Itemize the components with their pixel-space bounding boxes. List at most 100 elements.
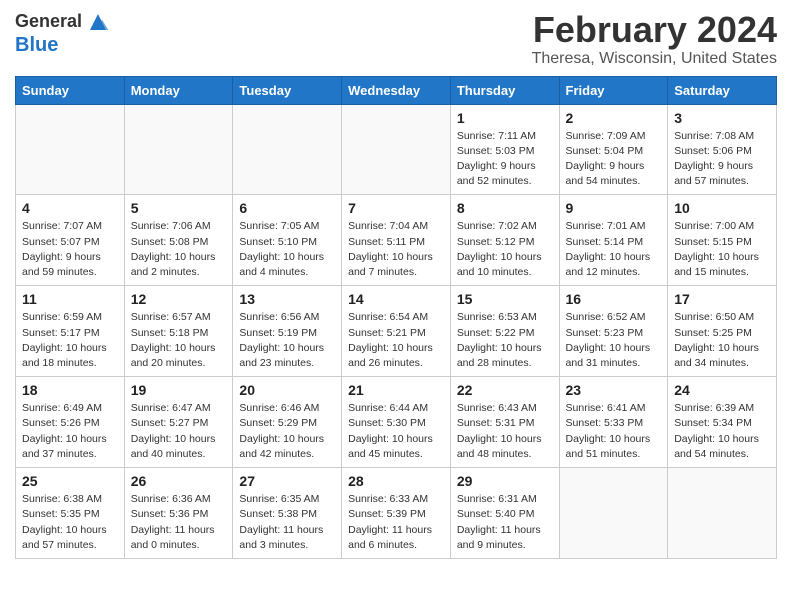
logo-text: General (15, 12, 82, 32)
calendar-cell (16, 104, 125, 195)
calendar-week-row: 1 Sunrise: 7:11 AM Sunset: 5:03 PM Daylig… (16, 104, 777, 195)
day-number: 16 (566, 291, 662, 307)
calendar-cell: 6Sunrise: 7:05 AM Sunset: 5:10 PM Daylig… (233, 195, 342, 286)
calendar-cell: 3 Sunrise: 7:08 AM Sunset: 5:06 PM Daylig… (668, 104, 777, 195)
day-number: 5 (131, 200, 227, 216)
day-number: 4 (22, 200, 118, 216)
day-number: 14 (348, 291, 444, 307)
calendar-cell: 2Sunrise: 7:09 AM Sunset: 5:04 PM Daylig… (559, 104, 668, 195)
calendar-week-row: 4 Sunrise: 7:07 AM Sunset: 5:07 PM Daylig… (16, 195, 777, 286)
calendar-cell: 7Sunrise: 7:04 AM Sunset: 5:11 PM Daylig… (342, 195, 451, 286)
day-info: Sunrise: 6:38 AM Sunset: 5:35 PM Dayligh… (22, 492, 118, 553)
day-number: 23 (566, 382, 662, 398)
day-number: 29 (457, 473, 553, 489)
calendar-cell: 15 Sunrise: 6:53 AM Sunset: 5:22 PM Dayli… (450, 286, 559, 377)
page-header: General Blue February 2024 Theresa, Wisc… (15, 10, 777, 68)
day-number: 1 (457, 110, 553, 126)
calendar-cell: 10Sunrise: 7:00 AM Sunset: 5:15 PM Dayli… (668, 195, 777, 286)
day-info: Sunrise: 7:11 AM Sunset: 5:03 PM Dayligh… (457, 129, 553, 190)
day-info: Sunrise: 6:44 AM Sunset: 5:30 PM Dayligh… (348, 401, 444, 462)
day-info: Sunrise: 6:35 AM Sunset: 5:38 PM Dayligh… (239, 492, 335, 553)
calendar-week-row: 25 Sunrise: 6:38 AM Sunset: 5:35 PM Dayli… (16, 468, 777, 559)
day-info: Sunrise: 6:33 AM Sunset: 5:39 PM Dayligh… (348, 492, 444, 553)
calendar-cell: 24 Sunrise: 6:39 AM Sunset: 5:34 PM Dayli… (668, 377, 777, 468)
calendar-cell: 20Sunrise: 6:46 AM Sunset: 5:29 PM Dayli… (233, 377, 342, 468)
calendar-cell (342, 104, 451, 195)
logo-blue-text: Blue (15, 34, 58, 56)
day-number: 12 (131, 291, 227, 307)
calendar-cell: 1 Sunrise: 7:11 AM Sunset: 5:03 PM Daylig… (450, 104, 559, 195)
weekday-header-sunday: Sunday (16, 76, 125, 104)
day-info: Sunrise: 6:43 AM Sunset: 5:31 PM Dayligh… (457, 401, 553, 462)
day-info: Sunrise: 6:57 AM Sunset: 5:18 PM Dayligh… (131, 310, 227, 371)
day-number: 15 (457, 291, 553, 307)
calendar-cell (124, 104, 233, 195)
calendar-cell: 5 Sunrise: 7:06 AM Sunset: 5:08 PM Daylig… (124, 195, 233, 286)
calendar-cell: 22 Sunrise: 6:43 AM Sunset: 5:31 PM Dayli… (450, 377, 559, 468)
day-info: Sunrise: 7:02 AM Sunset: 5:12 PM Dayligh… (457, 219, 553, 280)
calendar-cell: 23 Sunrise: 6:41 AM Sunset: 5:33 PM Dayli… (559, 377, 668, 468)
day-info: Sunrise: 6:36 AM Sunset: 5:36 PM Dayligh… (131, 492, 227, 553)
day-info: Sunrise: 6:56 AM Sunset: 5:19 PM Dayligh… (239, 310, 335, 371)
calendar-week-row: 18 Sunrise: 6:49 AM Sunset: 5:26 PM Dayli… (16, 377, 777, 468)
calendar-cell: 28Sunrise: 6:33 AM Sunset: 5:39 PM Dayli… (342, 468, 451, 559)
calendar-cell: 13 Sunrise: 6:56 AM Sunset: 5:19 PM Dayli… (233, 286, 342, 377)
day-info: Sunrise: 7:07 AM Sunset: 5:07 PM Dayligh… (22, 219, 118, 280)
calendar-cell: 29 Sunrise: 6:31 AM Sunset: 5:40 PM Dayli… (450, 468, 559, 559)
day-info: Sunrise: 6:46 AM Sunset: 5:29 PM Dayligh… (239, 401, 335, 462)
day-info: Sunrise: 7:08 AM Sunset: 5:06 PM Dayligh… (674, 129, 770, 190)
logo-icon (86, 10, 110, 34)
month-title: February 2024 (532, 10, 777, 50)
calendar-cell: 26 Sunrise: 6:36 AM Sunset: 5:36 PM Dayli… (124, 468, 233, 559)
day-number: 3 (674, 110, 770, 126)
day-info: Sunrise: 6:52 AM Sunset: 5:23 PM Dayligh… (566, 310, 662, 371)
calendar-cell: 21 Sunrise: 6:44 AM Sunset: 5:30 PM Dayli… (342, 377, 451, 468)
day-number: 26 (131, 473, 227, 489)
day-info: Sunrise: 7:04 AM Sunset: 5:11 PM Dayligh… (348, 219, 444, 280)
day-info: Sunrise: 6:50 AM Sunset: 5:25 PM Dayligh… (674, 310, 770, 371)
calendar-header-row: SundayMondayTuesdayWednesdayThursdayFrid… (16, 76, 777, 104)
day-number: 21 (348, 382, 444, 398)
day-info: Sunrise: 6:59 AM Sunset: 5:17 PM Dayligh… (22, 310, 118, 371)
calendar-cell: 4 Sunrise: 7:07 AM Sunset: 5:07 PM Daylig… (16, 195, 125, 286)
calendar-cell: 17Sunrise: 6:50 AM Sunset: 5:25 PM Dayli… (668, 286, 777, 377)
logo: General Blue (15, 10, 110, 56)
calendar-cell: 14 Sunrise: 6:54 AM Sunset: 5:21 PM Dayli… (342, 286, 451, 377)
day-info: Sunrise: 6:31 AM Sunset: 5:40 PM Dayligh… (457, 492, 553, 553)
day-info: Sunrise: 7:05 AM Sunset: 5:10 PM Dayligh… (239, 219, 335, 280)
day-number: 22 (457, 382, 553, 398)
weekday-header-wednesday: Wednesday (342, 76, 451, 104)
calendar-cell: 25 Sunrise: 6:38 AM Sunset: 5:35 PM Dayli… (16, 468, 125, 559)
calendar-cell (233, 104, 342, 195)
calendar-cell (668, 468, 777, 559)
calendar-cell: 11Sunrise: 6:59 AM Sunset: 5:17 PM Dayli… (16, 286, 125, 377)
day-info: Sunrise: 7:01 AM Sunset: 5:14 PM Dayligh… (566, 219, 662, 280)
calendar-cell: 8Sunrise: 7:02 AM Sunset: 5:12 PM Daylig… (450, 195, 559, 286)
day-number: 18 (22, 382, 118, 398)
day-info: Sunrise: 6:39 AM Sunset: 5:34 PM Dayligh… (674, 401, 770, 462)
title-area: February 2024 Theresa, Wisconsin, United… (532, 10, 777, 68)
day-number: 24 (674, 382, 770, 398)
day-info: Sunrise: 7:06 AM Sunset: 5:08 PM Dayligh… (131, 219, 227, 280)
day-info: Sunrise: 6:41 AM Sunset: 5:33 PM Dayligh… (566, 401, 662, 462)
weekday-header-tuesday: Tuesday (233, 76, 342, 104)
calendar-cell: 27 Sunrise: 6:35 AM Sunset: 5:38 PM Dayli… (233, 468, 342, 559)
day-number: 13 (239, 291, 335, 307)
calendar-week-row: 11Sunrise: 6:59 AM Sunset: 5:17 PM Dayli… (16, 286, 777, 377)
calendar-cell (559, 468, 668, 559)
calendar-cell: 9 Sunrise: 7:01 AM Sunset: 5:14 PM Daylig… (559, 195, 668, 286)
calendar-cell: 18 Sunrise: 6:49 AM Sunset: 5:26 PM Dayli… (16, 377, 125, 468)
day-number: 9 (566, 200, 662, 216)
calendar-cell: 19 Sunrise: 6:47 AM Sunset: 5:27 PM Dayli… (124, 377, 233, 468)
weekday-header-thursday: Thursday (450, 76, 559, 104)
day-info: Sunrise: 6:49 AM Sunset: 5:26 PM Dayligh… (22, 401, 118, 462)
day-info: Sunrise: 6:54 AM Sunset: 5:21 PM Dayligh… (348, 310, 444, 371)
day-number: 19 (131, 382, 227, 398)
day-number: 2 (566, 110, 662, 126)
day-info: Sunrise: 7:00 AM Sunset: 5:15 PM Dayligh… (674, 219, 770, 280)
day-number: 27 (239, 473, 335, 489)
weekday-header-saturday: Saturday (668, 76, 777, 104)
day-info: Sunrise: 6:47 AM Sunset: 5:27 PM Dayligh… (131, 401, 227, 462)
day-number: 25 (22, 473, 118, 489)
day-info: Sunrise: 6:53 AM Sunset: 5:22 PM Dayligh… (457, 310, 553, 371)
